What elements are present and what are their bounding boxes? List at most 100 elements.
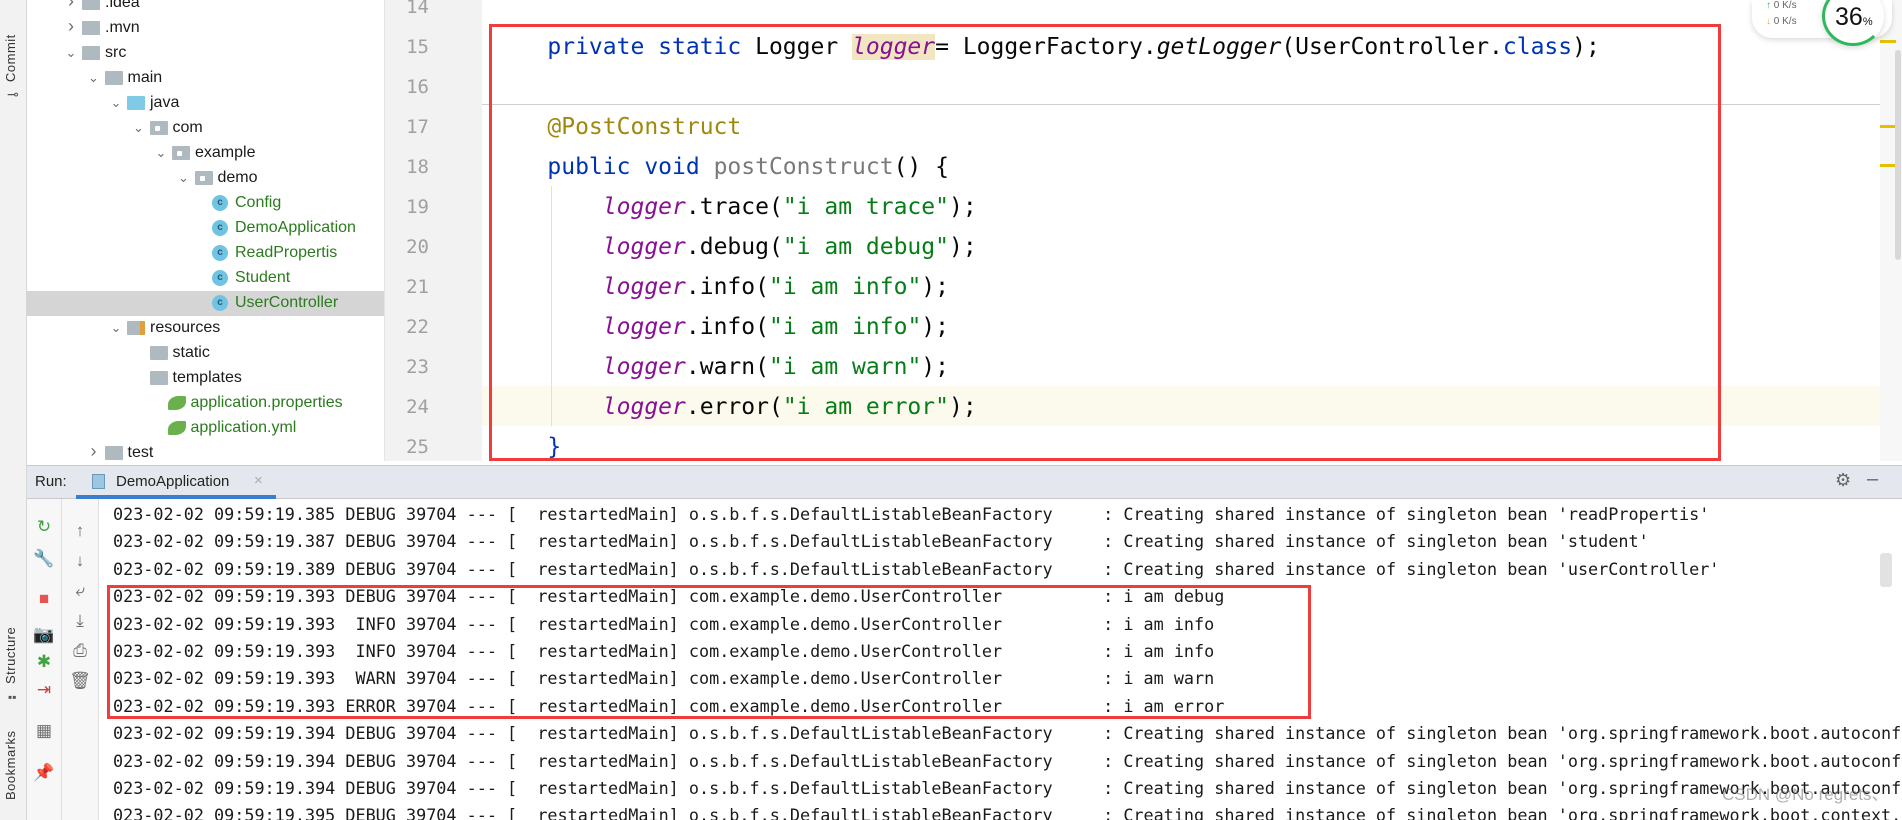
pin-icon[interactable]: 📌 xyxy=(29,761,59,785)
tree-item[interactable]: ⌄ demo xyxy=(27,166,384,191)
tree-item[interactable]: templates xyxy=(27,366,384,391)
wrench-icon[interactable]: 🔧 xyxy=(29,547,59,571)
run-config-icon xyxy=(92,474,105,489)
package-icon xyxy=(149,121,168,135)
chevron-right-icon[interactable]: › xyxy=(64,16,78,37)
tree-item[interactable]: ⌄ example xyxy=(27,141,384,166)
warning-marker[interactable] xyxy=(1880,40,1896,43)
tree-item[interactable]: ⌄ src xyxy=(27,41,384,66)
chevron-down-icon[interactable]: ⌄ xyxy=(132,120,146,136)
log-line: 023-02-02 09:59:19.394 DEBUG 39704 --- [… xyxy=(113,723,1902,744)
chevron-down-icon[interactable]: ⌄ xyxy=(109,320,123,336)
run-toolbar-primary: ↻ 🔧 ■ 📷 ✱ ⇥ ▦ 📌 xyxy=(27,499,62,820)
editor-gutter: 14 15 16 17 18 19 20 21 22 23 24 25 xyxy=(385,0,482,461)
tree-item[interactable]: ⌄ com xyxy=(27,116,384,141)
spring-leaf-icon xyxy=(167,396,186,410)
soft-wrap-icon[interactable]: ⤶ xyxy=(65,579,95,603)
run-tab-demoapplication[interactable]: DemoApplication × xyxy=(76,466,276,499)
tree-item-label: demo xyxy=(217,169,258,186)
folder-icon xyxy=(104,446,123,460)
tree-item[interactable]: › test xyxy=(27,441,384,461)
tree-item-label: src xyxy=(105,44,127,61)
tree-item[interactable]: application.properties xyxy=(27,391,384,416)
warning-marker[interactable] xyxy=(1880,164,1896,167)
download-unit: K/s xyxy=(1782,16,1797,27)
line-number: 17 xyxy=(406,116,429,138)
editor-scrollbar[interactable] xyxy=(1880,0,1902,461)
line-number: 15 xyxy=(406,36,429,58)
chevron-right-icon[interactable]: › xyxy=(64,0,78,12)
debug-bug-icon[interactable]: ✱ xyxy=(29,650,59,674)
commit-tool-tab[interactable]: Commit xyxy=(3,34,18,82)
project-tree: › .idea › .mvn ⌄ src ⌄ main ⌄ java ⌄ com ⌄ example ⌄ de… xyxy=(27,0,385,461)
bookmarks-tool-tab[interactable]: Bookmarks xyxy=(3,730,18,800)
tree-item[interactable]: ⌄ main xyxy=(27,66,384,91)
tree-item[interactable]: application.yml xyxy=(27,416,384,441)
line-number: 22 xyxy=(406,316,429,338)
chevron-down-icon[interactable]: ⌄ xyxy=(177,170,191,186)
folder-icon xyxy=(82,46,100,60)
package-icon xyxy=(172,146,190,160)
print-icon[interactable]: ⎙ xyxy=(65,639,95,663)
tree-item-label: test xyxy=(127,444,154,461)
tree-item-label: example xyxy=(195,144,256,161)
camera-icon[interactable]: 📷 xyxy=(29,623,59,647)
warning-marker[interactable] xyxy=(1880,125,1896,128)
class-icon: c xyxy=(212,220,228,236)
tree-item-label: application.properties xyxy=(190,394,343,411)
folder-icon xyxy=(149,346,168,360)
tree-item[interactable]: ⌄ java xyxy=(27,91,384,116)
close-tab-icon[interactable]: × xyxy=(254,472,263,489)
tree-item[interactable]: › .idea xyxy=(27,0,384,16)
chevron-down-icon[interactable]: ⌄ xyxy=(109,95,123,111)
tree-item[interactable]: c ReadPropertis xyxy=(27,241,384,266)
line-number: 18 xyxy=(406,156,429,178)
structure-icon[interactable]: ▪▪ xyxy=(8,690,17,704)
chevron-down-icon[interactable]: ⌄ xyxy=(64,45,78,61)
scroll-down-icon[interactable]: ↓ xyxy=(65,549,95,573)
clear-trash-icon[interactable]: 🗑 xyxy=(65,669,95,693)
class-icon: c xyxy=(212,295,228,311)
percent-sign: % xyxy=(1862,16,1873,28)
tree-item[interactable]: c DemoApplication xyxy=(27,216,384,241)
chevron-right-icon[interactable]: › xyxy=(87,441,101,461)
class-icon: c xyxy=(212,195,228,211)
tree-item[interactable]: ⌄ resources xyxy=(27,316,384,341)
scrollbar-thumb[interactable] xyxy=(1895,50,1901,260)
download-speed: 0 xyxy=(1773,16,1780,27)
scroll-up-icon[interactable]: ↑ xyxy=(65,519,95,543)
line-number: 25 xyxy=(406,436,429,458)
console-scrollbar-thumb[interactable] xyxy=(1880,553,1892,587)
tree-item[interactable]: c Config xyxy=(27,191,384,216)
download-arrow-icon: ↓ xyxy=(1766,16,1771,27)
stop-icon[interactable]: ■ xyxy=(29,587,59,611)
minimize-icon[interactable]: – xyxy=(1867,468,1878,491)
log-line: 023-02-02 09:59:19.394 DEBUG 39704 --- [… xyxy=(113,778,1902,798)
structure-tool-tab[interactable]: Structure xyxy=(3,627,18,684)
chevron-down-icon[interactable]: ⌄ xyxy=(87,70,101,86)
login-exit-icon[interactable]: ⇥ xyxy=(29,678,59,702)
log-line: 023-02-02 09:59:19.394 DEBUG 39704 --- [… xyxy=(113,750,1902,771)
upload-arrow-icon: ↑ xyxy=(1766,0,1771,11)
tree-item-label: java xyxy=(150,94,180,111)
tree-item[interactable]: c Student xyxy=(27,266,384,291)
log-line: 023-02-02 09:59:19.385 DEBUG 39704 --- [… xyxy=(113,504,1710,524)
line-number: 21 xyxy=(406,276,429,298)
tree-item[interactable]: › .mvn xyxy=(27,16,384,41)
line-number: 24 xyxy=(406,396,429,418)
tree-item[interactable]: c UserController xyxy=(27,291,384,316)
settings-gear-icon[interactable]: ⚙ xyxy=(1835,470,1851,491)
spring-leaf-icon xyxy=(167,421,186,435)
chevron-down-icon[interactable]: ⌄ xyxy=(154,145,168,161)
resources-folder-icon xyxy=(127,321,145,335)
layout-icon[interactable]: ▦ xyxy=(29,719,59,743)
folder-icon xyxy=(149,371,168,385)
folder-icon xyxy=(104,71,123,85)
source-folder-icon xyxy=(127,96,145,110)
scroll-to-end-icon[interactable]: ⤓ xyxy=(65,609,95,633)
class-icon: c xyxy=(212,245,228,261)
run-label: Run: xyxy=(35,473,67,490)
rerun-icon[interactable]: ↻ xyxy=(29,515,59,539)
commit-icon[interactable]: ⊸ xyxy=(7,86,19,103)
tree-item[interactable]: static xyxy=(27,341,384,366)
